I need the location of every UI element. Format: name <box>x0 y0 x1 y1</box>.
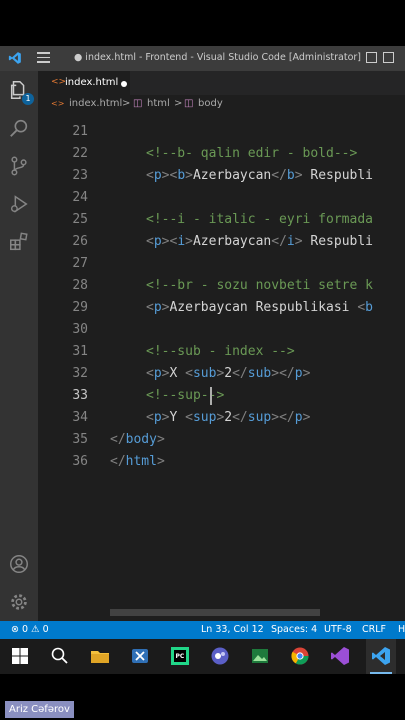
unsaved-dot-icon[interactable] <box>121 81 127 87</box>
menu-icon[interactable] <box>37 52 50 63</box>
visual-studio-icon[interactable] <box>330 646 350 666</box>
tab-label: index.html <box>65 77 119 88</box>
image-viewer-icon[interactable] <box>250 646 270 666</box>
breadcrumb-separator: > <box>122 98 131 109</box>
text-cursor <box>210 387 212 405</box>
line-number: 35 <box>72 432 88 447</box>
vscode-logo-icon <box>8 52 21 64</box>
search-icon[interactable] <box>50 646 70 666</box>
pycharm-icon[interactable]: PC <box>170 646 190 666</box>
status-bar: ⊗ 0 ⚠ 0 Ln 33, Col 12 Spaces: 4 UTF-8 CR… <box>0 621 405 639</box>
active-app-indicator <box>370 672 392 674</box>
code-line: <!--br - sozu novbeti setre k <box>146 278 373 293</box>
element-icon: ◫ <box>133 98 143 109</box>
line-number-active: 33 <box>72 388 88 403</box>
search-icon[interactable] <box>8 117 30 139</box>
toggle-panel-icon[interactable] <box>383 52 394 63</box>
explorer-badge: 1 <box>22 93 34 105</box>
vscode-window: ● index.html - Frontend - Visual Studio … <box>0 46 405 674</box>
error-count: 0 <box>21 624 29 635</box>
author-label: Ariz Cəfərov <box>5 701 74 718</box>
line-number: 32 <box>72 366 88 381</box>
settings-gear-icon[interactable] <box>8 591 30 613</box>
line-number: 30 <box>72 322 88 337</box>
source-control-icon[interactable] <box>8 155 30 177</box>
code-line: <!--i - italic - eyri formada <box>146 212 373 227</box>
code-line-active: <!--sup--> <box>146 388 225 403</box>
horizontal-scrollbar[interactable] <box>110 609 320 616</box>
line-number: 29 <box>72 300 88 315</box>
code-line: <p><i>Azerbaycan</i> Respubli <box>146 234 374 249</box>
line-number: 24 <box>72 190 88 205</box>
code-line: <p>Y <sup>2</sup></p> <box>146 410 311 425</box>
line-number: 27 <box>72 256 88 271</box>
tab-index-html[interactable]: <> index.html <box>38 71 130 95</box>
problems-status[interactable]: ⊗ 0 ⚠ 0 <box>11 624 49 635</box>
element-icon: ◫ <box>184 98 194 109</box>
html-file-icon: <> <box>51 77 67 87</box>
html-file-icon: <> <box>51 99 65 108</box>
code-line: <p>X <sub>2</sub></p> <box>146 366 311 381</box>
language-status[interactable]: H <box>398 624 405 635</box>
line-number: 23 <box>72 168 88 183</box>
code-line: </body> <box>110 432 165 447</box>
file-explorer-icon[interactable] <box>90 646 110 666</box>
indentation-status[interactable]: Spaces: 4 <box>271 624 317 635</box>
snipping-tool-icon[interactable] <box>130 646 150 666</box>
line-number: 34 <box>72 410 88 425</box>
cursor-position[interactable]: Ln 33, Col 12 <box>201 624 264 635</box>
breadcrumb-file[interactable]: index.html <box>69 98 122 109</box>
code-line: <!--sub - index --> <box>146 344 295 359</box>
teams-icon[interactable] <box>210 646 230 666</box>
windows-start-icon[interactable] <box>10 646 30 666</box>
editor-tab-bar: <> index.html <box>38 71 405 95</box>
account-icon[interactable] <box>8 553 30 575</box>
line-number: 22 <box>72 146 88 161</box>
line-number: 31 <box>72 344 88 359</box>
run-debug-icon[interactable] <box>8 193 30 215</box>
eol-status[interactable]: CRLF <box>362 624 386 635</box>
code-line: <!--b- qalin edir - bold--> <box>146 146 358 161</box>
windows-taskbar: PC <box>0 639 405 674</box>
encoding-status[interactable]: UTF-8 <box>324 624 352 635</box>
activity-bar: 1 <box>0 71 38 621</box>
code-line: <p>Azerbaycan Respublikasi <b <box>146 300 373 315</box>
warning-count: 0 <box>42 624 49 635</box>
window-title: ● index.html - Frontend - Visual Studio … <box>74 52 361 63</box>
code-line: </html> <box>110 454 165 469</box>
line-number: 21 <box>72 124 88 139</box>
line-number: 36 <box>72 454 88 469</box>
breadcrumb-html[interactable]: html <box>147 98 170 109</box>
line-number: 26 <box>72 234 88 249</box>
explorer-icon[interactable]: 1 <box>8 79 34 105</box>
chrome-icon[interactable] <box>290 646 310 666</box>
code-editor[interactable]: 21 22 23 24 25 26 27 28 29 30 31 32 33 3… <box>38 113 405 621</box>
code-line: <p><b>Azerbaycan</b> Respubli <box>146 168 374 183</box>
line-number: 25 <box>72 212 88 227</box>
extensions-icon[interactable] <box>8 231 30 253</box>
breadcrumb: <> index.html > ◫ html > ◫ body <box>38 95 405 113</box>
breadcrumb-body[interactable]: body <box>198 98 223 109</box>
svg-text:PC: PC <box>176 653 185 660</box>
toggle-sidebar-icon[interactable] <box>366 52 377 63</box>
title-bar: ● index.html - Frontend - Visual Studio … <box>0 46 405 71</box>
line-number: 28 <box>72 278 88 293</box>
layout-controls <box>366 52 394 63</box>
vscode-taskbar-icon[interactable] <box>371 646 391 666</box>
breadcrumb-separator: > <box>174 98 183 109</box>
